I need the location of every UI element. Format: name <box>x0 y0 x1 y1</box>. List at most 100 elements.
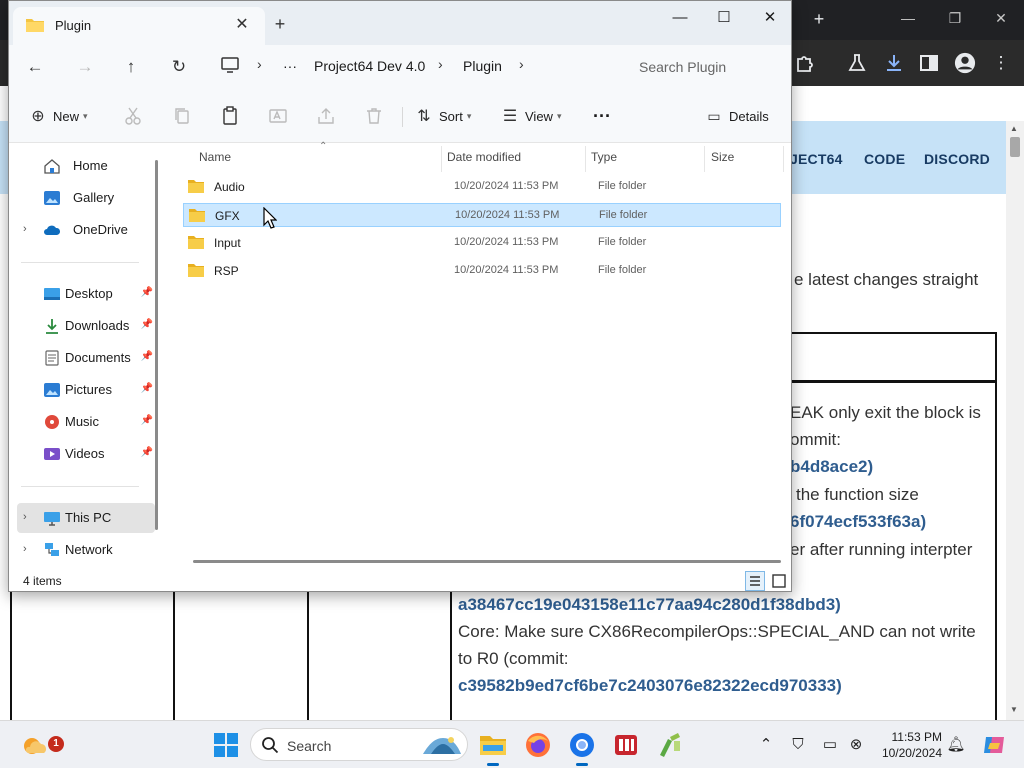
network-status-icon[interactable]: ⊗ <box>846 735 866 755</box>
column-divider[interactable] <box>704 146 705 172</box>
copilot-button[interactable] <box>978 729 1010 761</box>
column-header-date-modified[interactable]: Date modified <box>447 150 521 164</box>
column-header-size[interactable]: Size <box>711 150 734 164</box>
details-view-icon[interactable] <box>745 571 765 591</box>
column-divider[interactable] <box>783 146 784 172</box>
nav-link-project64[interactable]: JECT64 <box>790 151 843 167</box>
taskbar-firefox[interactable] <box>522 729 554 761</box>
sidebar-item-gallery[interactable]: Gallery <box>17 183 155 213</box>
browser-menu-icon[interactable]: ⋮ <box>990 53 1012 73</box>
chevron-right-icon[interactable]: › <box>23 511 27 523</box>
delete-icon[interactable] <box>364 106 384 126</box>
tab-title: Plugin <box>55 18 92 33</box>
up-arrow-icon[interactable]: ↑ <box>117 54 145 80</box>
commit-link[interactable]: b4d8ace2) <box>790 453 873 480</box>
tray-chevron-up-icon[interactable]: ⌃ <box>756 735 776 755</box>
downloads-icon[interactable] <box>883 52 905 74</box>
back-arrow-icon[interactable]: ← <box>21 54 49 80</box>
more-options-button[interactable]: ··· <box>593 103 611 129</box>
taskbar-search[interactable]: Search <box>250 728 468 761</box>
nav-link-code[interactable]: CODE <box>864 151 905 167</box>
explorer-tab[interactable]: Plugin ✕ <box>13 7 265 45</box>
share-icon[interactable] <box>316 106 336 126</box>
vpn-shield-icon[interactable]: ⛉ <box>788 735 808 755</box>
browser-scrollbar[interactable]: ▲ ▼ <box>1006 121 1024 720</box>
scroll-down-arrow-icon[interactable]: ▼ <box>1010 705 1018 714</box>
taskbar-chrome[interactable] <box>566 729 598 766</box>
sidebar-item-music[interactable]: Music 📌 <box>17 407 155 437</box>
details-button[interactable]: ▭ Details <box>705 103 768 129</box>
column-divider[interactable] <box>585 146 586 172</box>
chevron-right-icon[interactable]: › <box>23 543 27 555</box>
browser-new-tab-icon[interactable]: + <box>808 9 830 29</box>
new-tab-icon[interactable]: + <box>269 13 291 35</box>
scrollbar-thumb[interactable] <box>1010 137 1020 157</box>
lab-flask-icon[interactable] <box>846 52 868 74</box>
file-row-rsp[interactable]: RSP 10/20/2024 11:53 PM File folder <box>183 259 781 283</box>
search-input[interactable] <box>629 53 789 81</box>
rename-icon[interactable] <box>268 106 288 126</box>
sidebar-item-desktop[interactable]: Desktop 📌 <box>17 279 155 309</box>
tab-close-icon[interactable]: ✕ <box>231 14 253 36</box>
clock-time[interactable]: 11:53 PM <box>878 730 942 744</box>
taskbar-app-red[interactable] <box>610 729 642 761</box>
commit-link[interactable]: c39582b9ed7cf6be7c2403076e82322ecd970333… <box>458 672 842 699</box>
refresh-icon[interactable]: ↻ <box>165 54 193 80</box>
file-row-audio[interactable]: Audio 10/20/2024 11:53 PM File folder <box>183 175 781 199</box>
file-row-input[interactable]: Input 10/20/2024 11:53 PM File folder <box>183 231 781 255</box>
sidebar-item-documents[interactable]: Documents 📌 <box>17 343 155 373</box>
display-icon[interactable]: ▭ <box>820 735 840 755</box>
view-button[interactable]: ☰ View ▾ <box>501 103 562 129</box>
side-panel-icon[interactable] <box>918 52 940 74</box>
commit-link[interactable]: 6f074ecf533f63a) <box>790 508 926 535</box>
nav-link-discord[interactable]: DISCORD <box>924 151 990 167</box>
tiles-view-icon[interactable] <box>769 571 789 591</box>
browser-close-button[interactable]: ✕ <box>991 10 1011 27</box>
maximize-button[interactable]: ☐ <box>709 7 739 29</box>
horizontal-scrollbar[interactable] <box>193 560 781 563</box>
start-button[interactable] <box>210 729 242 761</box>
close-button[interactable]: ✕ <box>755 7 785 29</box>
sidebar-item-pictures[interactable]: Pictures 📌 <box>17 375 155 405</box>
pin-icon[interactable]: 📌 <box>141 351 153 362</box>
profile-avatar-icon[interactable] <box>954 51 976 75</box>
pin-icon[interactable]: 📌 <box>141 447 153 458</box>
paste-icon[interactable] <box>220 106 240 126</box>
more-breadcrumbs-icon[interactable]: ··· <box>283 58 297 74</box>
cut-icon[interactable] <box>123 106 143 126</box>
sidebar-item-videos[interactable]: Videos 📌 <box>17 439 155 469</box>
taskbar-app-tool[interactable] <box>654 729 686 761</box>
extensions-icon[interactable] <box>794 52 816 74</box>
pin-icon[interactable]: 📌 <box>141 383 153 394</box>
column-header-name[interactable]: Name <box>199 150 231 164</box>
minimize-button[interactable]: — <box>665 7 695 29</box>
browser-restore-button[interactable]: ❐ <box>945 10 965 27</box>
commit-link[interactable]: a38467cc19e043158e11c77aa94c280d1f38dbd3… <box>458 591 841 618</box>
pin-icon[interactable]: 📌 <box>141 319 153 330</box>
sidebar-item-onedrive[interactable]: › OneDrive <box>17 215 155 245</box>
column-divider[interactable] <box>441 146 442 172</box>
forward-arrow-icon[interactable]: → <box>71 54 99 80</box>
chevron-right-icon[interactable]: › <box>23 223 27 235</box>
navigation-scrollbar[interactable] <box>155 160 158 530</box>
this-pc-icon[interactable] <box>221 57 239 73</box>
search-box[interactable] <box>629 53 789 81</box>
breadcrumb-plugin[interactable]: Plugin <box>463 58 502 74</box>
column-header-type[interactable]: Type <box>591 150 617 164</box>
sidebar-item-downloads[interactable]: Downloads 📌 <box>17 311 155 341</box>
sidebar-item-network[interactable]: › Network <box>17 535 155 565</box>
pin-icon[interactable]: 📌 <box>141 287 153 298</box>
clock-date[interactable]: 10/20/2024 <box>872 746 942 760</box>
scroll-up-arrow-icon[interactable]: ▲ <box>1010 124 1018 133</box>
new-button[interactable]: ⊕ New ▾ <box>29 103 87 129</box>
browser-minimize-button[interactable]: — <box>898 10 918 26</box>
taskbar-file-explorer[interactable] <box>477 729 509 766</box>
notifications-bell-icon[interactable]: 🔔︎ <box>946 735 966 755</box>
weather-widget[interactable]: 1 <box>18 729 64 761</box>
sidebar-item-home[interactable]: Home <box>17 151 155 181</box>
sidebar-item-this-pc[interactable]: › This PC <box>17 503 155 533</box>
pin-icon[interactable]: 📌 <box>141 415 153 426</box>
sort-button[interactable]: ⇅ Sort ▾ <box>415 103 471 129</box>
breadcrumb-project64[interactable]: Project64 Dev 4.0 <box>314 58 425 74</box>
copy-icon[interactable] <box>172 106 192 126</box>
